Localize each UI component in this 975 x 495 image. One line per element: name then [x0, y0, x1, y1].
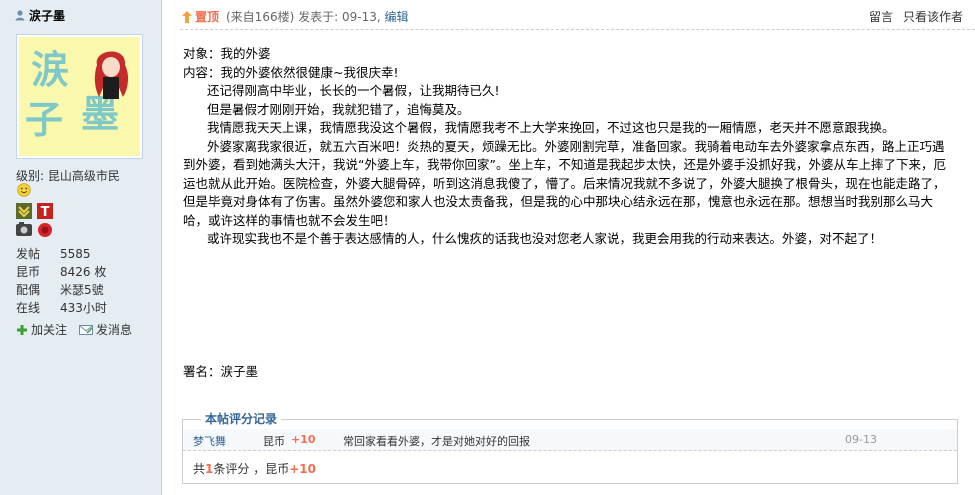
plus-icon	[17, 324, 27, 335]
svg-text:T: T	[41, 205, 50, 220]
post-line: 但是暑假才刚刚开始，我就犯错了，追悔莫及。	[207, 101, 470, 117]
message-button[interactable]: 发消息	[79, 321, 132, 338]
post-signature: 署名：涙子墨	[183, 364, 259, 379]
stat-label: 配偶	[16, 283, 41, 297]
post-paragraph: 我情愿我天天上课，我情愿我没这个暑假，我情愿我考不上大学来挽回，不过这也只是我的…	[207, 120, 895, 135]
post-line: 对象：我的外婆	[183, 46, 271, 61]
stat-coins: 昆币 8426 枚	[16, 263, 106, 280]
smiley-icon	[17, 183, 31, 197]
rose-medal-icon	[38, 223, 52, 237]
rating-box: 本帖评分记录 梦飞舞 昆币 +10 常回家看看外婆，才是对她对好的回报 09-1…	[182, 412, 958, 484]
author-name[interactable]: 涙子墨	[29, 7, 65, 24]
rating-divider	[183, 419, 957, 420]
rating-score: +10	[291, 433, 316, 446]
medal-t-icon: T	[37, 203, 53, 220]
stat-online: 在线 433小时	[16, 299, 107, 316]
stat-value: 433小时	[60, 301, 107, 315]
post-meta: (来自166楼) 发表于: 09-13, 编辑	[226, 10, 409, 24]
medal-rank-icon	[16, 203, 32, 219]
stat-spouse: 配偶 米瑟5號	[16, 281, 104, 298]
avatar-char-1: 涙	[31, 47, 70, 92]
post-header: 置顶 (来自166楼) 发表于: 09-13, 编辑 留言 只看该作者	[180, 0, 975, 30]
summary-score: +10	[289, 462, 316, 476]
rating-row: 梦飞舞 昆币 +10 常回家看看外婆，才是对她对好的回报 09-13	[183, 429, 957, 451]
only-author-link[interactable]: 只看该作者	[903, 8, 963, 25]
post-date: 发表于: 09-13	[298, 10, 377, 24]
rating-date: 09-13	[845, 433, 877, 446]
camera-icon	[16, 222, 32, 236]
summary-mid: 条评分 ，昆币	[213, 462, 290, 476]
author-sidebar: 涙子墨 涙 子 墨 级别: 昆山高级市民 T 发帖 5585 昆币 8426 枚…	[0, 0, 162, 495]
user-icon	[15, 10, 25, 21]
reply-link[interactable]: 留言	[869, 8, 893, 25]
post-line: 内容：我的外婆依然很健康~我很庆幸!	[183, 64, 399, 80]
edit-link[interactable]: 编辑	[384, 10, 408, 24]
post-tools: 留言 只看该作者	[869, 8, 963, 25]
medals: T	[16, 203, 53, 237]
post-paragraph: 外婆家离我家很近，就五六百米吧！炎热的夏天，烦躁无比。外婆刚割完草，准备回家。我…	[183, 138, 946, 228]
post-paragraph: 或许现实我也不是个善于表达感情的人，什么愧疚的话我也没对您老人家说，我更会用我的…	[207, 231, 883, 246]
author-header: 涙子墨	[14, 7, 65, 23]
envelope-icon	[79, 324, 94, 335]
user-level: 级别: 昆山高级市民	[16, 169, 120, 183]
message-label: 发消息	[96, 323, 133, 337]
stat-posts: 发帖 5585	[16, 245, 91, 262]
avatar[interactable]: 涙 子 墨	[16, 34, 143, 159]
stat-value: 8426 枚	[60, 265, 107, 279]
post-line: 还记得刚高中毕业，长长的一个暑假，让我期待已久!	[207, 83, 500, 98]
post-floor: (来自166楼)	[226, 10, 295, 24]
pin-badge: 置顶	[182, 8, 219, 25]
pin-arrow-icon	[182, 10, 192, 23]
stat-label: 昆币	[16, 265, 41, 279]
rating-title: 本帖评分记录	[201, 412, 282, 426]
follow-button[interactable]: 加关注	[16, 321, 67, 338]
stat-value: 5585	[60, 247, 91, 261]
avatar-character-figure	[94, 51, 129, 99]
rating-kind: 昆币	[263, 435, 285, 448]
pin-label: 置顶	[195, 10, 220, 24]
follow-label: 加关注	[31, 323, 68, 337]
post-content: 对象：我的外婆 内容：我的外婆依然很健康~我很庆幸! 还记得刚高中毕业，长长的一…	[183, 45, 955, 249]
avatar-char-2: 子	[25, 97, 64, 142]
stat-value[interactable]: 米瑟5號	[60, 283, 104, 297]
rating-reason: 常回家看看外婆，才是对她对好的回报	[343, 435, 530, 448]
rating-user[interactable]: 梦飞舞	[193, 433, 226, 449]
rating-summary: 共1条评分 ，昆币+10	[193, 460, 316, 477]
stat-label: 在线	[16, 301, 41, 315]
summary-prefix: 共	[193, 462, 206, 476]
avatar-image: 涙 子 墨	[19, 37, 140, 156]
stat-label: 发帖	[16, 247, 41, 261]
author-actions: 加关注 发消息	[16, 321, 132, 338]
